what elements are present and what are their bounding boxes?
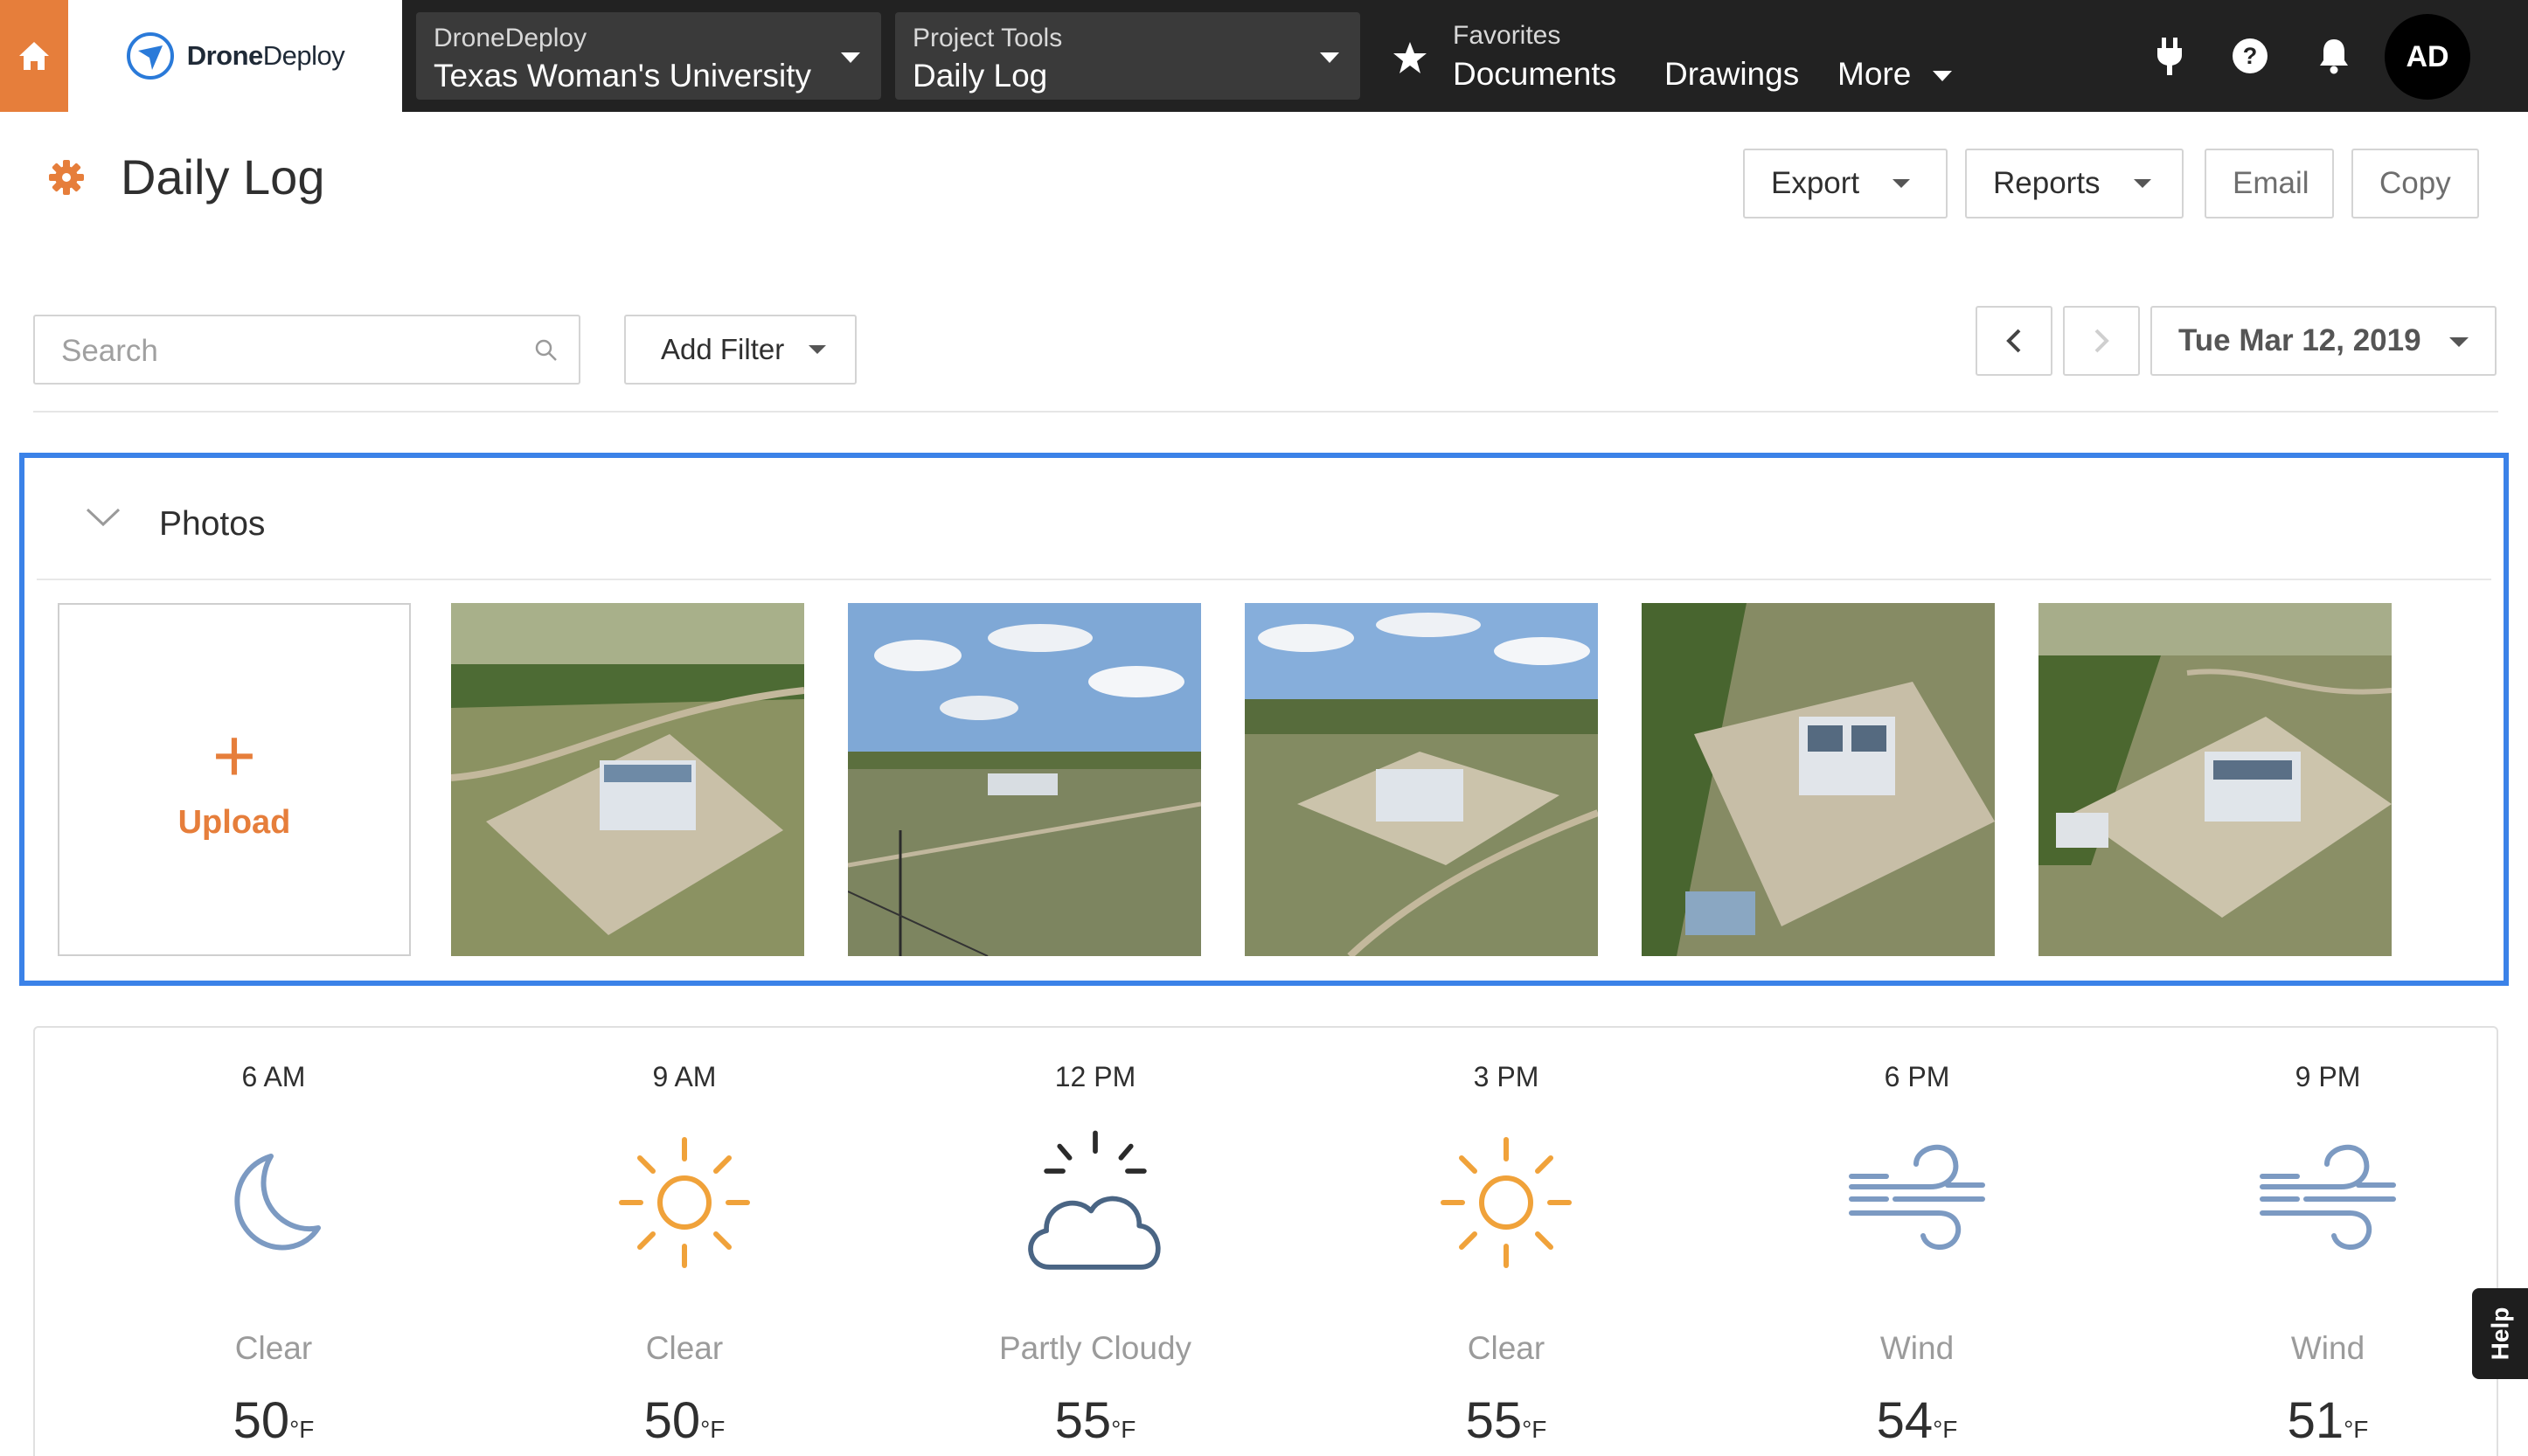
wind-icon xyxy=(2249,1124,2406,1281)
home-button[interactable] xyxy=(0,0,68,112)
plug-icon xyxy=(2157,38,2182,75)
photo-thumbnail[interactable] xyxy=(848,603,1201,956)
weather-condition: Clear xyxy=(234,1330,313,1366)
help-tab-button[interactable]: Help xyxy=(2472,1288,2528,1379)
weather-temperature: 55°F xyxy=(1054,1392,1136,1449)
photo-thumbnail[interactable] xyxy=(2038,603,2392,956)
toolbar-divider xyxy=(33,411,2498,413)
copy-button[interactable]: Copy xyxy=(2351,149,2479,218)
email-button[interactable]: Email xyxy=(2205,149,2334,218)
plug-icon-button[interactable] xyxy=(2145,31,2194,80)
bell-icon xyxy=(2320,39,2348,74)
favorites-label: Favorites xyxy=(1453,21,1561,50)
help-icon-button[interactable]: ? xyxy=(2226,31,2275,80)
chevron-down-icon xyxy=(86,508,121,527)
logo-text: DroneDeploy xyxy=(186,40,345,71)
weather-temperature: 50°F xyxy=(233,1392,315,1449)
next-day-button[interactable] xyxy=(2063,306,2140,376)
weather-temperature: 51°F xyxy=(2287,1392,2369,1449)
page-title: Daily Log xyxy=(121,149,325,205)
photos-section-header[interactable]: Photos xyxy=(37,458,2491,580)
sun-icon xyxy=(1427,1124,1585,1281)
help-tab-label: Help xyxy=(2486,1307,2513,1361)
weather-time: 9 AM xyxy=(652,1061,717,1092)
weather-time: 6 PM xyxy=(1884,1061,1950,1092)
weather-slot: 6 AM Clear 50°F xyxy=(73,1028,475,1456)
dronedeploy-logo[interactable]: DroneDeploy xyxy=(68,0,402,112)
star-icon[interactable] xyxy=(1392,40,1428,75)
photos-section: Photos + Upload xyxy=(19,453,2509,986)
nav-link-more-label: More xyxy=(1837,56,1912,92)
chevron-right-icon xyxy=(2094,329,2109,353)
project-tool-selector[interactable]: Project Tools Daily Log xyxy=(895,12,1360,100)
reports-label: Reports xyxy=(1993,166,2101,200)
photo-thumbnail[interactable] xyxy=(451,603,804,956)
weather-condition: Wind xyxy=(1879,1330,1955,1366)
nav-link-drawings[interactable]: Drawings xyxy=(1664,56,1799,93)
chevron-left-icon xyxy=(2006,329,2021,353)
weather-card: 6 AM Clear 50°F 9 AM Clear 50°F 12 PM Pa… xyxy=(33,1026,2498,1456)
weather-slot: 9 AM Clear 50°F xyxy=(483,1028,885,1456)
weather-slot: 9 PM Wind 51°F xyxy=(2127,1028,2528,1456)
add-filter-button[interactable]: Add Filter xyxy=(624,315,857,385)
weather-slot: 12 PM Partly Cloudy 55°F xyxy=(894,1028,1296,1456)
chevron-down-icon xyxy=(841,52,860,63)
gear-icon xyxy=(49,159,84,195)
question-icon: ? xyxy=(2233,38,2268,73)
partly-cloudy-icon xyxy=(1017,1124,1174,1281)
home-icon xyxy=(19,42,49,70)
top-navigation-bar: DroneDeploy DroneDeploy Texas Woman's Un… xyxy=(0,0,2528,112)
date-picker[interactable]: Tue Mar 12, 2019 xyxy=(2150,306,2497,376)
date-picker-value: Tue Mar 12, 2019 xyxy=(2178,323,2421,357)
weather-temperature: 54°F xyxy=(1876,1392,1958,1449)
weather-slot: 3 PM Clear 55°F xyxy=(1305,1028,1707,1456)
weather-time: 3 PM xyxy=(1473,1061,1539,1092)
upload-button[interactable]: + Upload xyxy=(58,603,411,956)
weather-condition: Partly Cloudy xyxy=(998,1330,1192,1366)
chevron-down-icon xyxy=(809,345,827,354)
previous-day-button[interactable] xyxy=(1976,306,2052,376)
tool-selector-label: Project Tools xyxy=(913,24,1063,52)
user-avatar[interactable]: AD xyxy=(2385,14,2470,100)
weather-temperature: 50°F xyxy=(643,1392,726,1449)
search-input[interactable]: Search xyxy=(33,315,580,385)
company-selector[interactable]: DroneDeploy Texas Woman's University xyxy=(416,12,881,100)
dronedeploy-logo-icon xyxy=(126,32,174,80)
photo-thumbnail[interactable] xyxy=(1245,603,1598,956)
export-button[interactable]: Export xyxy=(1743,149,1948,218)
search-placeholder: Search xyxy=(61,334,158,368)
search-icon xyxy=(535,339,557,361)
wind-icon xyxy=(1838,1124,1996,1281)
nav-link-documents[interactable]: Documents xyxy=(1453,56,1616,93)
weather-condition: Clear xyxy=(1467,1330,1545,1366)
weather-temperature: 55°F xyxy=(1465,1392,1547,1449)
weather-time: 12 PM xyxy=(1054,1061,1136,1092)
company-selector-value: Texas Woman's University xyxy=(434,58,812,94)
weather-slot: 6 PM Wind 54°F xyxy=(1716,1028,2118,1456)
weather-time: 6 AM xyxy=(241,1061,306,1092)
sun-icon xyxy=(606,1124,763,1281)
upload-label: Upload xyxy=(177,803,291,841)
chevron-down-icon xyxy=(1320,52,1339,63)
reports-button[interactable]: Reports xyxy=(1965,149,2184,218)
photos-section-title: Photos xyxy=(159,505,266,543)
nav-link-more[interactable]: More xyxy=(1837,56,1952,93)
chevron-down-icon xyxy=(2449,337,2469,347)
chevron-down-icon xyxy=(1893,179,1911,188)
tool-selector-value: Daily Log xyxy=(913,58,1048,94)
weather-condition: Clear xyxy=(645,1330,724,1366)
chevron-down-icon xyxy=(2133,179,2151,188)
weather-time: 9 PM xyxy=(2295,1061,2361,1092)
chevron-down-icon xyxy=(1932,71,1952,82)
company-selector-label: DroneDeploy xyxy=(434,24,587,52)
notifications-button[interactable] xyxy=(2309,31,2358,80)
weather-condition: Wind xyxy=(2290,1330,2365,1366)
svg-text:?: ? xyxy=(2243,43,2258,69)
photo-thumbnail[interactable] xyxy=(1642,603,1995,956)
add-filter-label: Add Filter xyxy=(661,333,785,365)
plus-icon: + xyxy=(212,713,257,798)
moon-icon xyxy=(195,1124,352,1281)
export-label: Export xyxy=(1771,166,1860,200)
page-header: Daily Log xyxy=(47,149,324,205)
